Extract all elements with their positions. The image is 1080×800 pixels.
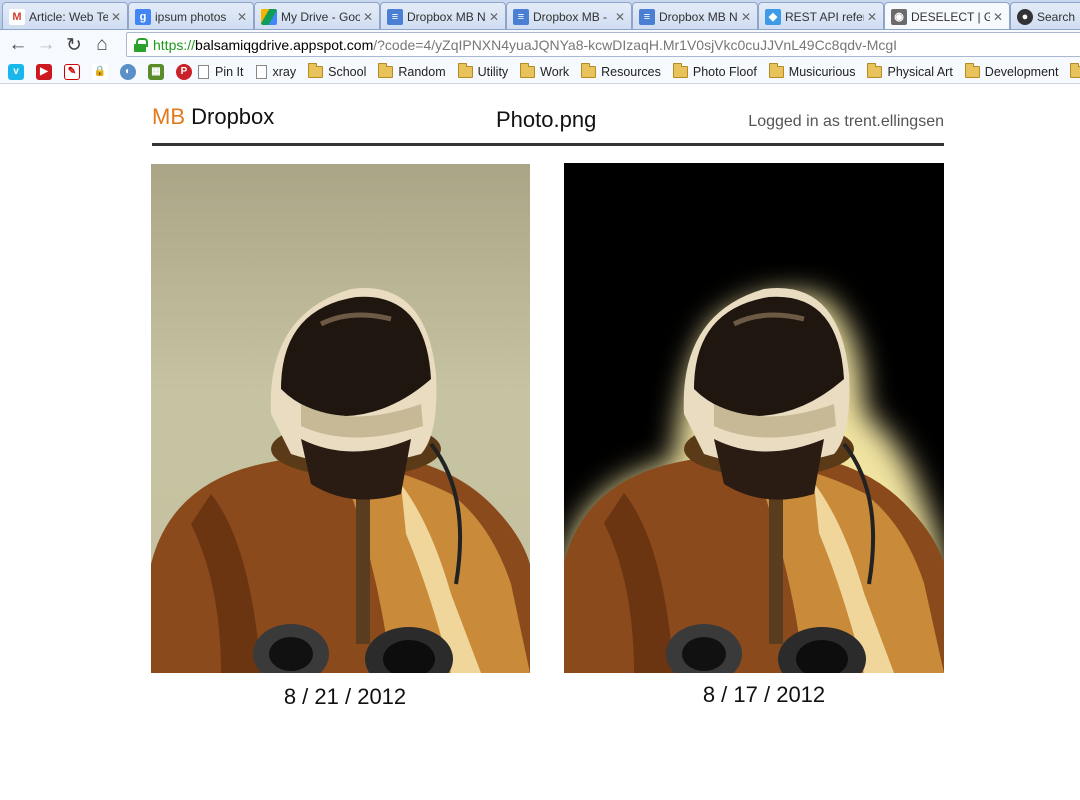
- folder-icon: [867, 62, 883, 78]
- drive-icon: [261, 8, 277, 25]
- bookmark-folder-utility[interactable]: Utility: [457, 62, 508, 79]
- folder-icon: [457, 62, 473, 78]
- bookmark-image-icon[interactable]: ▦: [148, 63, 164, 80]
- astronaut-photo: [151, 288, 530, 673]
- tab-rest-api[interactable]: ◆ REST API refer ✕: [758, 2, 884, 29]
- browser-toolbar: ← → ↻ ⌂ https://balsamiqgdrive.appspot.c…: [0, 30, 1080, 60]
- page-icon: [198, 64, 209, 79]
- tab-deselect-gimp[interactable]: ◉ DESELECT | GIM ✕: [884, 2, 1010, 29]
- bookmark-folder-musicurious[interactable]: Musicurious: [768, 62, 855, 79]
- gimp-icon: ◉: [891, 8, 907, 25]
- page-icon: [255, 64, 267, 79]
- address-bar[interactable]: https://balsamiqgdrive.appspot.com/?code…: [126, 32, 1080, 57]
- url-scheme: https://: [153, 36, 196, 53]
- tab-search[interactable]: ● Search: [1010, 2, 1080, 29]
- dropbox-icon: ◆: [765, 8, 781, 25]
- folder-icon: [964, 62, 980, 78]
- close-icon[interactable]: ✕: [867, 10, 877, 24]
- folder-icon: [581, 62, 597, 78]
- logged-in-user: Logged in as trent.ellingsen: [748, 113, 944, 130]
- lock-icon: [133, 37, 148, 52]
- google-icon: g: [135, 8, 151, 25]
- docs-icon: ≡: [513, 8, 529, 25]
- photo-version-right[interactable]: [564, 163, 944, 673]
- close-icon[interactable]: ✕: [615, 10, 625, 24]
- url-path: /?code=4/yZqIPNXN4yuaJQNYa8-kcwDIzaqH.Mr…: [373, 36, 898, 53]
- astronaut-photo-glow: [564, 288, 944, 673]
- tab-dropbox-mb-2[interactable]: ≡ Dropbox MB - ✕: [506, 2, 632, 29]
- reload-icon[interactable]: ↻: [60, 32, 88, 58]
- tab-dropbox-mb-3[interactable]: ≡ Dropbox MB N ✕: [632, 2, 758, 29]
- bookmarks-bar: v ▶ ✎ 🔒 ◐ ▦ P Pin It xray School Random …: [0, 60, 1080, 84]
- bookmark-globe-icon[interactable]: ◐: [120, 63, 136, 80]
- app-header: MB Dropbox Photo.png Logged in as trent.…: [152, 102, 944, 146]
- close-icon[interactable]: ✕: [993, 10, 1003, 24]
- close-icon[interactable]: ✕: [741, 10, 751, 24]
- bookmark-folder-random[interactable]: Random: [378, 62, 446, 79]
- bookmark-folder-work[interactable]: Work: [520, 62, 569, 79]
- tab-dropbox-mb-1[interactable]: ≡ Dropbox MB N ✕: [380, 2, 506, 29]
- bookmark-folder-resources[interactable]: Resources: [581, 62, 661, 79]
- folder-icon: [308, 62, 324, 78]
- close-icon[interactable]: ✕: [111, 10, 121, 24]
- folder-icon: [672, 62, 688, 78]
- version-date-right: 8 / 17 / 2012: [702, 682, 826, 707]
- folder-icon: [520, 62, 536, 78]
- folder-icon: [768, 62, 784, 78]
- tab-article[interactable]: M Article: Web Te ✕: [2, 2, 128, 29]
- docs-icon: ≡: [387, 8, 403, 25]
- gmail-icon: M: [9, 8, 25, 25]
- bookmark-folder-photo-floof[interactable]: Photo Floof: [672, 62, 757, 79]
- bookmark-folder-school[interactable]: School: [308, 62, 366, 79]
- url-host: balsamiqgdrive.appspot.com: [195, 36, 374, 53]
- tab-ipsum-photos[interactable]: g ipsum photos ✕: [128, 2, 254, 29]
- github-icon: ●: [1017, 8, 1033, 25]
- photo-version-left[interactable]: [151, 164, 530, 673]
- bookmark-folder-physical-art[interactable]: Physical Art: [867, 62, 953, 79]
- version-date-left: 8 / 21 / 2012: [283, 684, 407, 709]
- folder-icon: [1070, 62, 1080, 78]
- home-icon[interactable]: ⌂: [88, 32, 116, 58]
- pinterest-icon[interactable]: P: [176, 63, 192, 80]
- file-title: Photo.png: [496, 107, 597, 132]
- bookmark-lock-icon[interactable]: 🔒: [92, 63, 108, 80]
- back-arrow-icon[interactable]: ←: [4, 32, 32, 58]
- bookmark-script-icon[interactable]: ✎: [64, 63, 80, 80]
- tab-my-drive[interactable]: My Drive - Goo ✕: [254, 2, 380, 29]
- forward-arrow-icon[interactable]: →: [32, 32, 60, 58]
- folder-icon: [378, 62, 394, 78]
- bookmark-xray[interactable]: xray: [255, 64, 296, 79]
- docs-icon: ≡: [639, 8, 655, 25]
- close-icon[interactable]: ✕: [489, 10, 499, 24]
- app-logo[interactable]: MB Dropbox: [152, 104, 274, 130]
- browser-tab-strip: M Article: Web Te ✕ g ipsum photos ✕ My …: [0, 0, 1080, 30]
- close-icon[interactable]: ✕: [363, 10, 373, 24]
- bookmark-folder-development[interactable]: Development: [964, 62, 1058, 79]
- bookmark-folder-overflow[interactable]: [1070, 62, 1080, 78]
- bookmark-pin-it[interactable]: Pin It: [198, 64, 244, 79]
- close-icon[interactable]: ✕: [237, 10, 247, 24]
- youtube-icon[interactable]: ▶: [36, 63, 52, 80]
- vimeo-icon[interactable]: v: [8, 63, 24, 80]
